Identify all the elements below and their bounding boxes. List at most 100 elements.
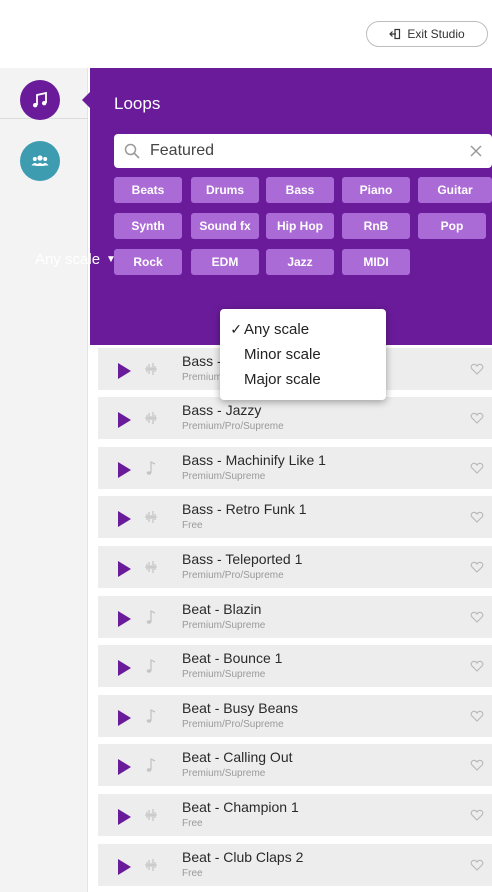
search-box bbox=[114, 134, 492, 168]
active-pointer bbox=[82, 92, 90, 108]
loop-title: Bass - Machinify Like 1 bbox=[182, 452, 326, 468]
loop-title: Beat - Calling Out bbox=[182, 749, 293, 765]
top-bar: Exit Studio bbox=[0, 0, 492, 64]
play-icon[interactable] bbox=[118, 561, 131, 577]
play-icon[interactable] bbox=[118, 462, 131, 478]
play-icon[interactable] bbox=[118, 859, 131, 875]
tag-synth[interactable]: Synth bbox=[114, 213, 182, 239]
exit-studio-label: Exit Studio bbox=[407, 27, 465, 41]
loop-row[interactable]: Beat - Busy Beans Premium/Pro/Supreme bbox=[98, 695, 492, 737]
scale-option-minor[interactable]: Minor scale bbox=[220, 342, 386, 366]
waveform-icon bbox=[145, 511, 157, 523]
loop-title: Beat - Bounce 1 bbox=[182, 650, 283, 666]
scale-dropdown-menu: ✓ Any scale Minor scale Major scale bbox=[220, 309, 386, 400]
loop-tier: Premium/Supreme bbox=[182, 471, 266, 482]
loop-tier: Free bbox=[182, 520, 203, 531]
play-icon[interactable] bbox=[118, 809, 131, 825]
tag-drums[interactable]: Drums bbox=[191, 177, 259, 203]
scale-option-major[interactable]: Major scale bbox=[220, 367, 386, 391]
music-note-icon bbox=[146, 658, 156, 673]
waveform-icon bbox=[145, 859, 157, 871]
tag-edm[interactable]: EDM bbox=[191, 249, 259, 275]
play-icon[interactable] bbox=[118, 611, 131, 627]
waveform-icon bbox=[145, 363, 157, 375]
loop-tier: Free bbox=[182, 818, 203, 829]
loop-tier: Premium/Supreme bbox=[182, 768, 266, 779]
waveform-icon bbox=[145, 809, 157, 821]
loop-title: Bass - Retro Funk 1 bbox=[182, 501, 307, 517]
scale-option-label: Minor scale bbox=[244, 345, 321, 363]
waveform-icon bbox=[145, 412, 157, 424]
tag-rnb[interactable]: RnB bbox=[342, 213, 410, 239]
loop-title: Beat - Champion 1 bbox=[182, 799, 299, 815]
tag-pop[interactable]: Pop bbox=[418, 213, 486, 239]
tag-guitar[interactable]: Guitar bbox=[418, 177, 492, 203]
loops-panel: Loops Beats Drums Bass Piano Guitar Synt… bbox=[90, 68, 492, 345]
scale-select[interactable]: Any scale ▼ bbox=[35, 251, 116, 268]
play-icon[interactable] bbox=[118, 412, 131, 428]
clear-icon[interactable] bbox=[468, 143, 484, 159]
tag-jazz[interactable]: Jazz bbox=[266, 249, 334, 275]
play-icon[interactable] bbox=[118, 363, 131, 379]
heart-icon[interactable] bbox=[470, 808, 484, 822]
music-note-icon bbox=[33, 91, 47, 108]
tag-hip-hop[interactable]: Hip Hop bbox=[266, 213, 334, 239]
loop-tier: Premium/Supreme bbox=[182, 620, 266, 631]
loop-row[interactable]: Beat - Blazin Premium/Supreme bbox=[98, 596, 492, 638]
check-icon: ✓ bbox=[230, 320, 242, 337]
music-note-icon bbox=[146, 757, 156, 772]
heart-icon[interactable] bbox=[470, 411, 484, 425]
tag-sound-fx[interactable]: Sound fx bbox=[191, 213, 259, 239]
heart-icon[interactable] bbox=[470, 758, 484, 772]
heart-icon[interactable] bbox=[470, 709, 484, 723]
scale-option-label: Major scale bbox=[244, 370, 321, 388]
play-icon[interactable] bbox=[118, 710, 131, 726]
heart-icon[interactable] bbox=[470, 858, 484, 872]
scale-option-any[interactable]: ✓ Any scale bbox=[220, 317, 386, 341]
play-icon[interactable] bbox=[118, 660, 131, 676]
panel-title: Loops bbox=[114, 94, 161, 113]
play-icon[interactable] bbox=[118, 511, 131, 527]
tag-midi[interactable]: MIDI bbox=[342, 249, 410, 275]
loop-row[interactable]: Beat - Club Claps 2 Free bbox=[98, 844, 492, 886]
loop-row[interactable]: Bass - Jazzy Premium/Pro/Supreme bbox=[98, 397, 492, 439]
scale-option-label: Any scale bbox=[244, 320, 310, 338]
users-icon bbox=[31, 155, 49, 166]
sidebar-item-collaborators[interactable] bbox=[20, 141, 60, 181]
loop-tier: Premium/Pro/Supreme bbox=[182, 570, 284, 581]
loop-row[interactable]: Bass - Retro Funk 1 Free bbox=[98, 496, 492, 538]
loop-title: Bass - Jazzy bbox=[182, 402, 262, 418]
loop-title: Beat - Club Claps 2 bbox=[182, 849, 304, 865]
tag-beats[interactable]: Beats bbox=[114, 177, 182, 203]
loop-row[interactable]: Bass - Teleported 1 Premium/Pro/Supreme bbox=[98, 546, 492, 588]
music-note-icon bbox=[146, 708, 156, 723]
tag-piano[interactable]: Piano bbox=[342, 177, 410, 203]
loop-tier: Free bbox=[182, 868, 203, 879]
sidebar-item-loops[interactable] bbox=[20, 80, 60, 120]
tag-rock[interactable]: Rock bbox=[114, 249, 182, 275]
loop-tier: Premium/Supreme bbox=[182, 669, 266, 680]
left-sidebar bbox=[0, 68, 88, 892]
heart-icon[interactable] bbox=[470, 362, 484, 376]
heart-icon[interactable] bbox=[470, 510, 484, 524]
loop-row[interactable]: Beat - Bounce 1 Premium/Supreme bbox=[98, 645, 492, 687]
search-input[interactable] bbox=[150, 140, 450, 162]
heart-icon[interactable] bbox=[470, 560, 484, 574]
heart-icon[interactable] bbox=[470, 461, 484, 475]
play-icon[interactable] bbox=[118, 759, 131, 775]
tag-bass[interactable]: Bass bbox=[266, 177, 334, 203]
loop-row[interactable]: Bass - Machinify Like 1 Premium/Supreme bbox=[98, 447, 492, 489]
music-note-icon bbox=[146, 609, 156, 624]
scale-select-label: Any scale bbox=[35, 251, 101, 268]
loop-title: Beat - Blazin bbox=[182, 601, 262, 617]
loop-row[interactable]: Beat - Champion 1 Free bbox=[98, 794, 492, 836]
chevron-down-icon: ▼ bbox=[106, 254, 116, 265]
exit-studio-button[interactable]: Exit Studio bbox=[366, 21, 488, 47]
loop-title: Beat - Busy Beans bbox=[182, 700, 298, 716]
loop-row[interactable]: Beat - Calling Out Premium/Supreme bbox=[98, 744, 492, 786]
heart-icon[interactable] bbox=[470, 659, 484, 673]
loop-tier: Premium/Pro/Supreme bbox=[182, 719, 284, 730]
heart-icon[interactable] bbox=[470, 610, 484, 624]
exit-icon bbox=[389, 28, 401, 40]
loop-tier: Premium/Pro/Supreme bbox=[182, 421, 284, 432]
